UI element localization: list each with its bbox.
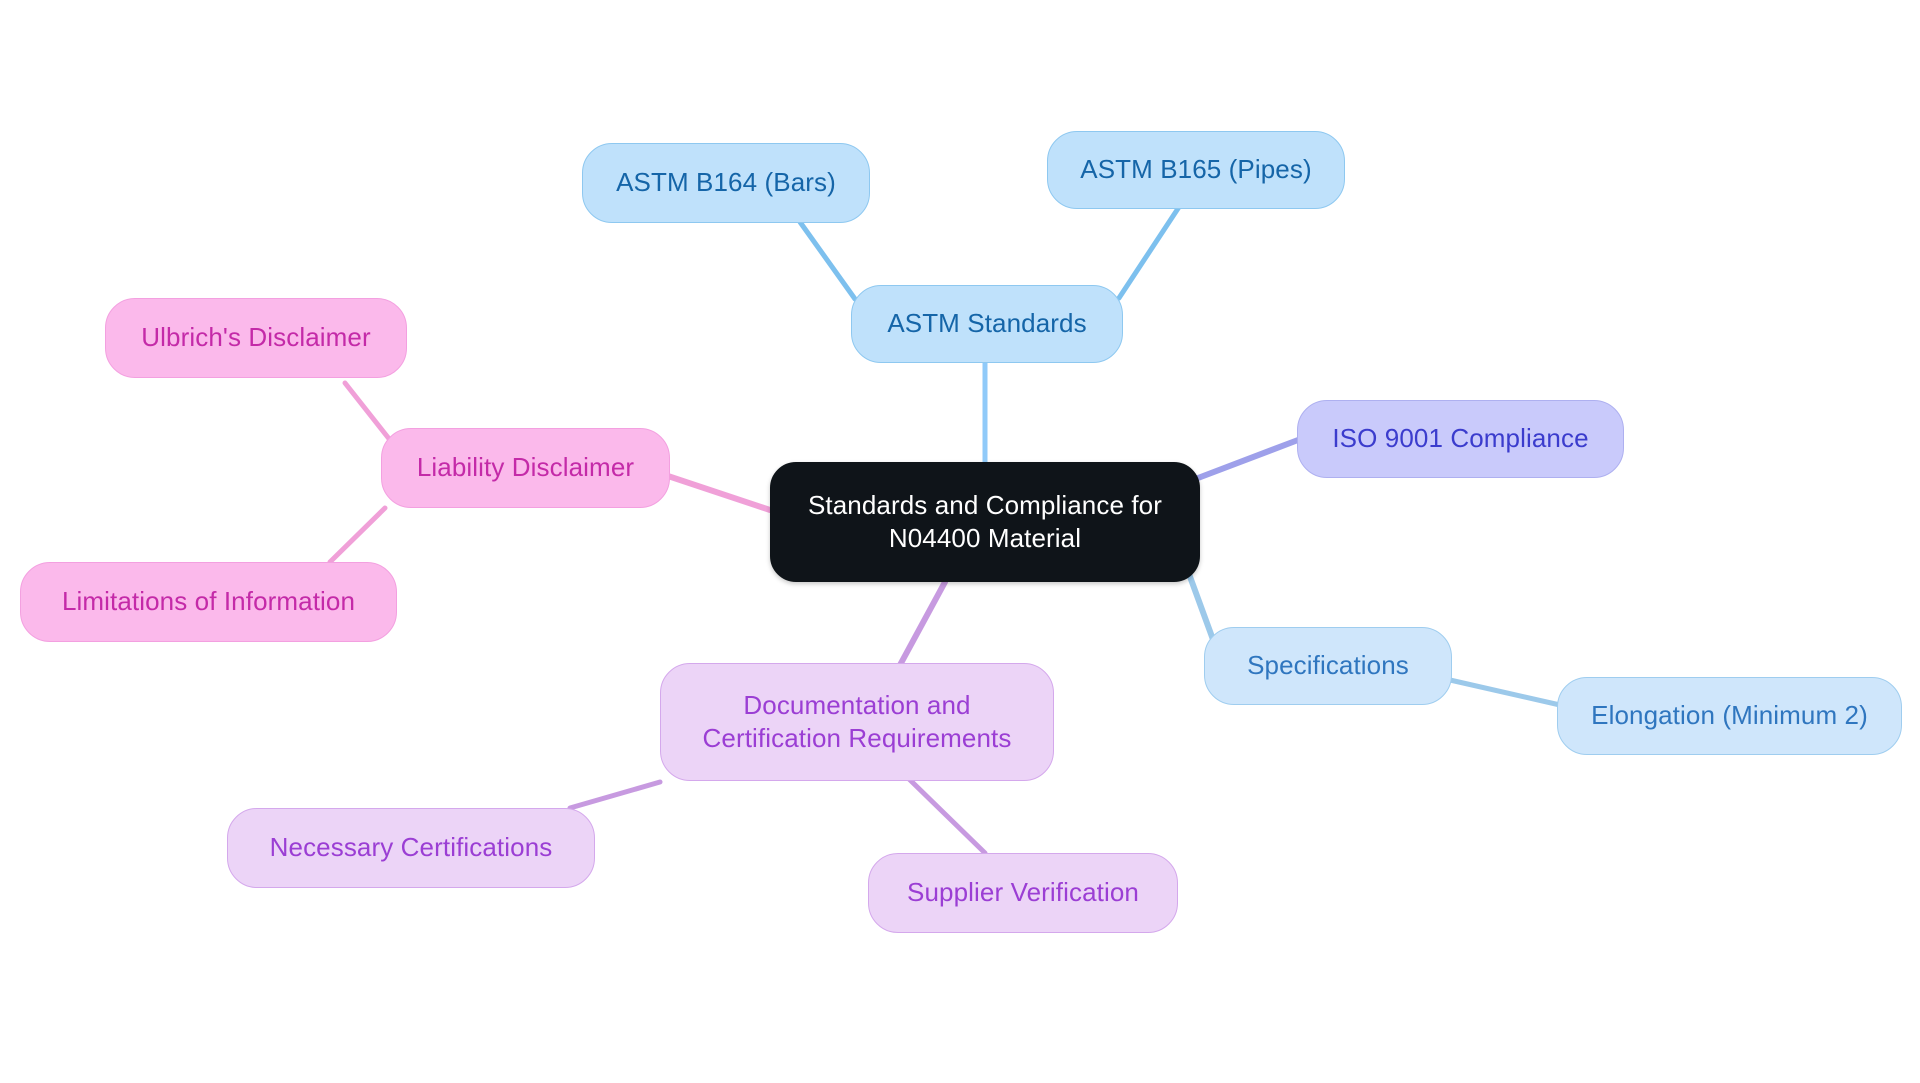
node-iso-9001-compliance[interactable]: ISO 9001 Compliance [1297, 400, 1624, 478]
node-ulbrichs-disclaimer-label: Ulbrich's Disclaimer [141, 322, 371, 353]
edge-root-to-iso9001 [1195, 437, 1301, 481]
node-necessary-certifications-label: Necessary Certifications [269, 832, 553, 863]
node-necessary-certifications[interactable]: Necessary Certifications [227, 808, 595, 888]
node-elongation-label: Elongation (Minimum 2) [1591, 700, 1868, 731]
node-documentation-certification-label: Documentation and Certification Requirem… [702, 689, 1012, 753]
edge-liability-to-ulbrichs-disclaimer [342, 380, 393, 443]
node-limitations-of-information-label: Limitations of Information [61, 586, 356, 617]
edge-liability-to-limitations [327, 505, 388, 565]
node-astm-standards-label: ASTM Standards [887, 308, 1087, 339]
node-liability-disclaimer[interactable]: Liability Disclaimer [381, 428, 670, 508]
edge-specifications-to-elongation [1447, 677, 1563, 708]
edge-astm-to-b164 [797, 219, 858, 302]
node-specifications[interactable]: Specifications [1204, 627, 1452, 705]
node-elongation[interactable]: Elongation (Minimum 2) [1557, 677, 1902, 755]
edge-astm-to-b165 [1116, 204, 1182, 301]
node-astm-standards[interactable]: ASTM Standards [851, 285, 1123, 363]
node-supplier-verification[interactable]: Supplier Verification [868, 853, 1178, 933]
node-ulbrichs-disclaimer[interactable]: Ulbrich's Disclaimer [105, 298, 407, 378]
node-astm-b164-label: ASTM B164 (Bars) [616, 167, 836, 198]
edge-documentation-to-supplier-verification [905, 775, 988, 856]
edge-documentation-to-necessary-certifications [567, 779, 663, 811]
node-iso-9001-compliance-label: ISO 9001 Compliance [1332, 423, 1589, 454]
node-liability-disclaimer-label: Liability Disclaimer [416, 452, 635, 483]
node-astm-b165-label: ASTM B165 (Pipes) [1080, 154, 1312, 185]
node-root-label: Standards and Compliance for N04400 Mate… [807, 489, 1162, 553]
node-supplier-verification-label: Supplier Verification [907, 877, 1139, 908]
node-root[interactable]: Standards and Compliance for N04400 Mate… [770, 462, 1200, 582]
node-specifications-label: Specifications [1247, 650, 1409, 681]
edge-root-to-documentation [897, 579, 948, 668]
mindmap-canvas: Standards and Compliance for N04400 Mate… [0, 0, 1920, 1083]
node-astm-b164[interactable]: ASTM B164 (Bars) [582, 143, 870, 223]
node-astm-b165[interactable]: ASTM B165 (Pipes) [1047, 131, 1345, 209]
node-limitations-of-information[interactable]: Limitations of Information [20, 562, 397, 642]
node-documentation-certification[interactable]: Documentation and Certification Requirem… [660, 663, 1054, 781]
edge-root-to-liability-disclaimer [665, 473, 773, 513]
